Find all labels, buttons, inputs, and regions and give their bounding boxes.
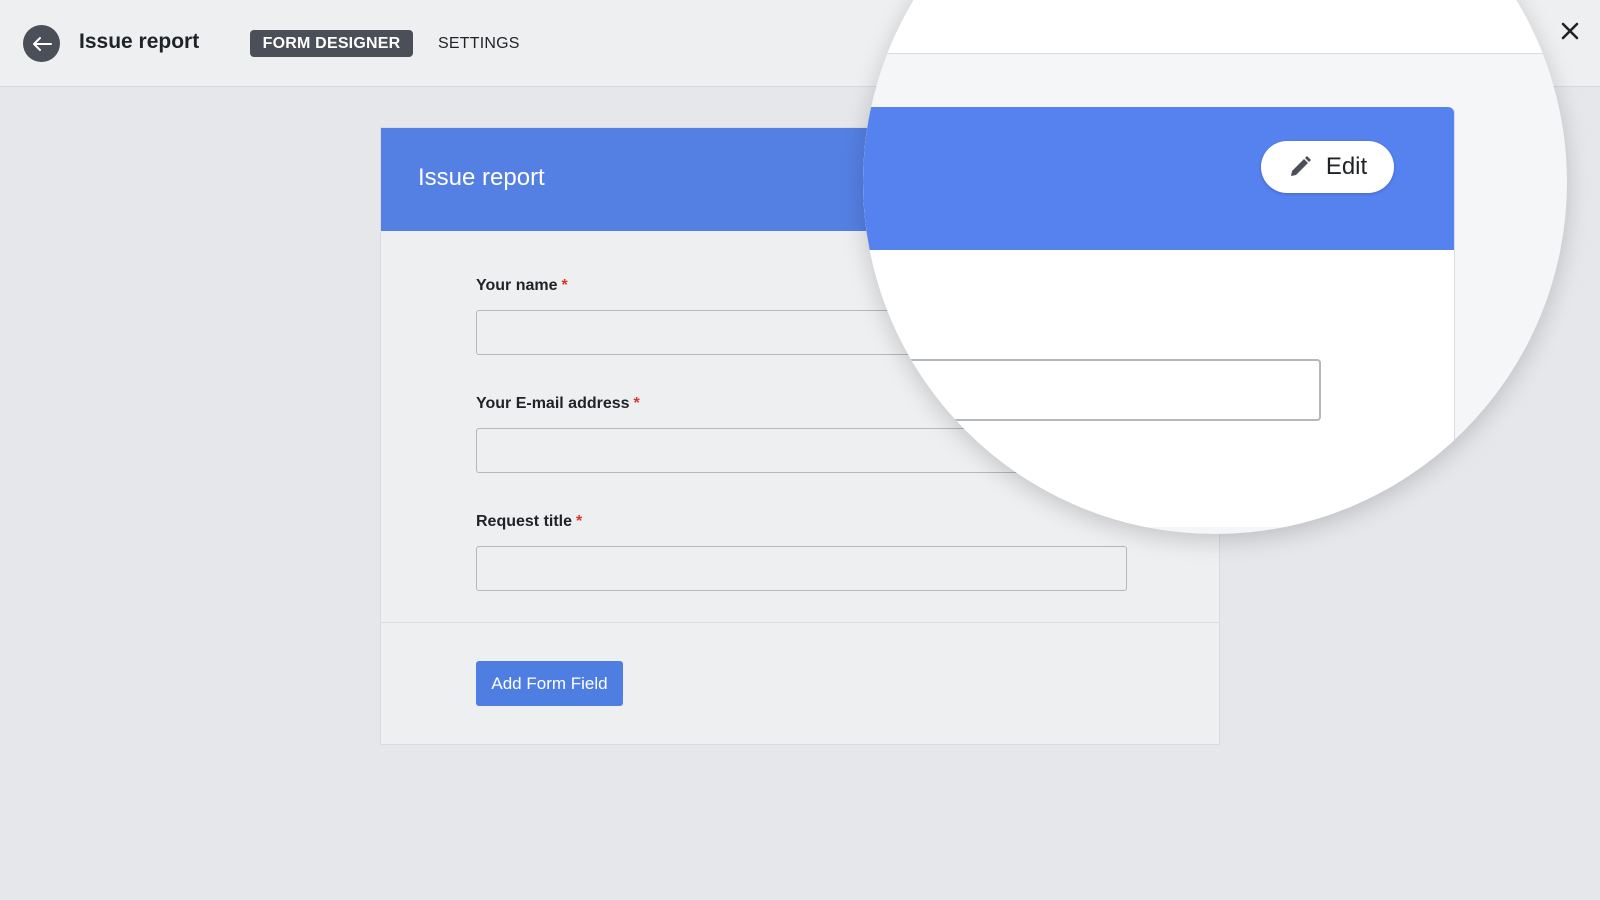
field-label-text: Your name: [476, 277, 558, 294]
required-marker: *: [633, 395, 640, 412]
required-marker: *: [576, 513, 583, 530]
magnified-input: [863, 359, 1321, 421]
pencil-icon: [1290, 156, 1311, 176]
magnified-top-bar: [863, 0, 1567, 54]
required-marker: *: [561, 277, 568, 294]
request-title-input[interactable]: [476, 546, 1127, 591]
back-button[interactable]: [23, 25, 60, 62]
page-title: Issue report: [79, 30, 200, 53]
magnified-view: Edit: [863, 0, 1567, 534]
divider: [381, 622, 1219, 623]
magnifier-lens: Edit: [863, 0, 1567, 534]
field-label-email: Your E-mail address *: [476, 395, 640, 413]
field-label-text: Your E-mail address: [476, 395, 630, 412]
add-form-field-button[interactable]: Add Form Field: [476, 661, 623, 706]
tab-settings[interactable]: SETTINGS: [438, 30, 520, 57]
field-label-request-title: Request title *: [476, 513, 582, 531]
form-title: Issue report: [418, 164, 545, 191]
field-label-text: Request title: [476, 513, 573, 530]
magnified-form-card: Edit: [863, 107, 1455, 527]
edit-button-label: Edit: [1325, 153, 1368, 180]
field-label-name: Your name *: [476, 277, 568, 295]
tab-form-designer[interactable]: FORM DESIGNER: [250, 30, 413, 57]
magnified-form-header: Edit: [863, 107, 1454, 250]
edit-button[interactable]: Edit: [1261, 141, 1394, 193]
arrow-left-icon: [32, 36, 52, 51]
